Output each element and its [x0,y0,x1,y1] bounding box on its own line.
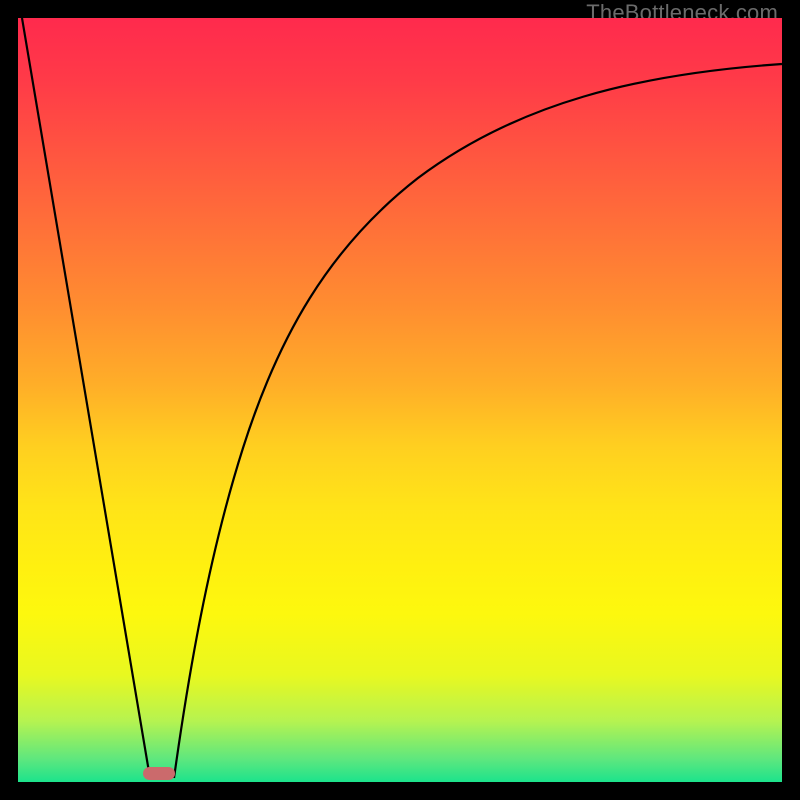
plot-area [18,18,782,782]
chart-container: TheBottleneck.com [0,0,800,800]
curve-svg [18,18,782,782]
bottleneck-marker [143,767,175,780]
curve-right-segment [174,64,782,778]
curve-left-segment [22,18,150,778]
